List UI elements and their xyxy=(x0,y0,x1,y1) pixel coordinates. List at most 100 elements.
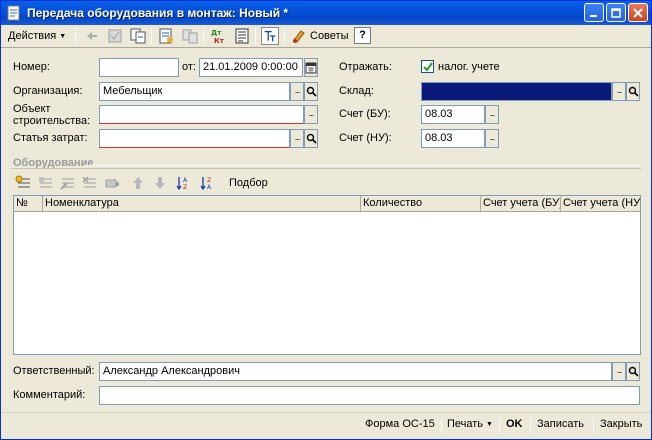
magnifier-icon xyxy=(628,366,639,377)
magnifier-icon xyxy=(628,86,639,97)
responsible-open-button[interactable] xyxy=(626,362,640,381)
responsible-input[interactable]: Александр Александрович xyxy=(99,362,612,381)
report-icon[interactable] xyxy=(233,27,251,45)
comment-label: Комментарий: xyxy=(13,389,86,401)
column-header-account-nu[interactable]: Счет учета (НУ) xyxy=(561,196,640,211)
title-bar[interactable]: Передача оборудования в монтаж: Новый * xyxy=(1,1,651,25)
advice-icon xyxy=(293,30,305,43)
based-on-icon[interactable] xyxy=(157,27,175,45)
column-header-quantity[interactable]: Количество xyxy=(361,196,481,211)
statusbar-separator xyxy=(499,418,500,434)
cost-item-select-button[interactable]: ... xyxy=(290,129,304,148)
magnifier-icon xyxy=(306,133,317,144)
organization-input[interactable]: Мебельщик xyxy=(99,82,290,101)
column-header-account-bu[interactable]: Счет учета (БУ) xyxy=(481,196,561,211)
add-row-icon[interactable] xyxy=(15,175,33,191)
debit-credit-icon[interactable]: Дт Кт xyxy=(209,27,227,45)
equipment-toolbar: A Z Z A Подбор xyxy=(13,173,641,193)
checkmark-icon xyxy=(423,62,433,72)
close-button[interactable]: Закрыть xyxy=(600,418,642,430)
copy-row-icon[interactable] xyxy=(37,175,55,191)
account-nu-input[interactable]: 08.03 xyxy=(421,129,485,148)
date-input[interactable]: 21.01.2009 0:00:00 xyxy=(199,58,303,77)
tax-accounting-label: налог. учете xyxy=(438,61,500,73)
document-icon xyxy=(7,5,20,21)
tab-separator xyxy=(11,168,641,169)
back-arrow-icon[interactable] xyxy=(83,27,101,45)
minimize-button[interactable] xyxy=(584,3,604,22)
organization-open-button[interactable] xyxy=(304,82,318,101)
form-status-bar: Форма ОС-15 Печать ▼ OK Записать Закрыть xyxy=(1,412,651,439)
toolbar-divider xyxy=(1,47,651,48)
date-label: от: xyxy=(182,61,196,73)
account-nu-select-button[interactable]: ... xyxy=(485,129,499,148)
help-button[interactable]: ? xyxy=(354,27,371,44)
warehouse-open-button[interactable] xyxy=(626,82,640,101)
construction-object-input[interactable] xyxy=(99,105,304,124)
cost-item-label: Статья затрат: xyxy=(13,132,88,144)
chevron-down-icon: ▼ xyxy=(59,32,67,40)
structure-icon[interactable] xyxy=(181,27,199,45)
toolbar-separator xyxy=(255,28,256,44)
column-header-nomenclature[interactable]: Номенклатура xyxy=(43,196,361,211)
ok-button[interactable]: OK xyxy=(506,418,523,430)
close-window-button[interactable] xyxy=(628,3,648,22)
filter-toggle-icon[interactable] xyxy=(261,27,279,45)
maximize-button[interactable] xyxy=(606,3,626,22)
statusbar-separator xyxy=(530,418,531,434)
move-up-icon[interactable] xyxy=(129,175,147,191)
organization-select-button[interactable]: ... xyxy=(290,82,304,101)
sort-ascending-icon[interactable]: A Z xyxy=(175,175,193,191)
cost-item-open-button[interactable] xyxy=(304,129,318,148)
magnifier-icon xyxy=(306,86,317,97)
advice-label: Советы xyxy=(310,30,349,42)
group-separator xyxy=(85,165,641,166)
account-bu-label: Счет (БУ): xyxy=(339,108,391,120)
toolbar-separator xyxy=(151,28,152,44)
equipment-table[interactable]: № Номенклатура Количество Счет учета (БУ… xyxy=(13,195,641,355)
table-header: № Номенклатура Количество Счет учета (БУ… xyxy=(14,196,640,212)
cost-item-input[interactable] xyxy=(99,129,290,148)
toolbar-separator xyxy=(75,28,76,44)
edit-row-icon[interactable] xyxy=(59,175,77,191)
tax-accounting-checkbox[interactable] xyxy=(421,60,434,73)
form-os15-button[interactable]: Форма ОС-15 xyxy=(365,418,435,430)
reflect-label: Отражать: xyxy=(339,61,392,73)
document-window: Передача оборудования в монтаж: Новый * … xyxy=(0,0,652,440)
svg-text:Кт: Кт xyxy=(214,37,225,45)
save-button[interactable]: Записать xyxy=(537,418,584,430)
warehouse-input[interactable] xyxy=(421,82,612,101)
selection-button[interactable]: Подбор xyxy=(229,177,268,189)
post-document-icon[interactable] xyxy=(106,27,124,45)
sort-descending-icon[interactable]: Z A xyxy=(199,175,217,191)
chevron-down-icon: ▼ xyxy=(486,420,493,428)
svg-text:Дт: Дт xyxy=(211,29,222,37)
close-icon xyxy=(633,8,643,18)
column-header-number[interactable]: № xyxy=(14,196,43,211)
toolbar-separator xyxy=(203,28,204,44)
responsible-select-button[interactable]: ... xyxy=(612,362,626,381)
move-down-icon[interactable] xyxy=(151,175,169,191)
responsible-label: Ответственный: xyxy=(13,365,95,377)
construction-object-select-button[interactable]: ... xyxy=(304,105,318,124)
comment-input[interactable] xyxy=(99,386,640,405)
copy-document-icon[interactable] xyxy=(129,27,147,45)
statusbar-separator xyxy=(441,418,442,434)
number-input[interactable] xyxy=(99,58,179,77)
advice-button[interactable]: Советы xyxy=(291,26,349,46)
end-edit-icon[interactable] xyxy=(103,175,121,191)
number-label: Номер: xyxy=(13,61,50,73)
actions-menu-button[interactable]: Действия ▼ xyxy=(5,26,71,46)
warehouse-select-button[interactable]: ... xyxy=(612,82,626,101)
delete-row-icon[interactable] xyxy=(81,175,99,191)
svg-text:A: A xyxy=(183,177,188,184)
print-menu-button[interactable]: Печать ▼ xyxy=(447,418,493,430)
calendar-button[interactable] xyxy=(304,58,318,77)
main-toolbar: Действия ▼ Дт Кт Советы ? xyxy=(3,26,649,46)
organization-label: Организация: xyxy=(13,85,83,97)
svg-text:Z: Z xyxy=(207,177,211,184)
actions-label: Действия xyxy=(8,30,57,42)
maximize-icon xyxy=(611,8,621,18)
account-bu-input[interactable]: 08.03 xyxy=(421,105,485,124)
account-bu-select-button[interactable]: ... xyxy=(485,105,499,124)
